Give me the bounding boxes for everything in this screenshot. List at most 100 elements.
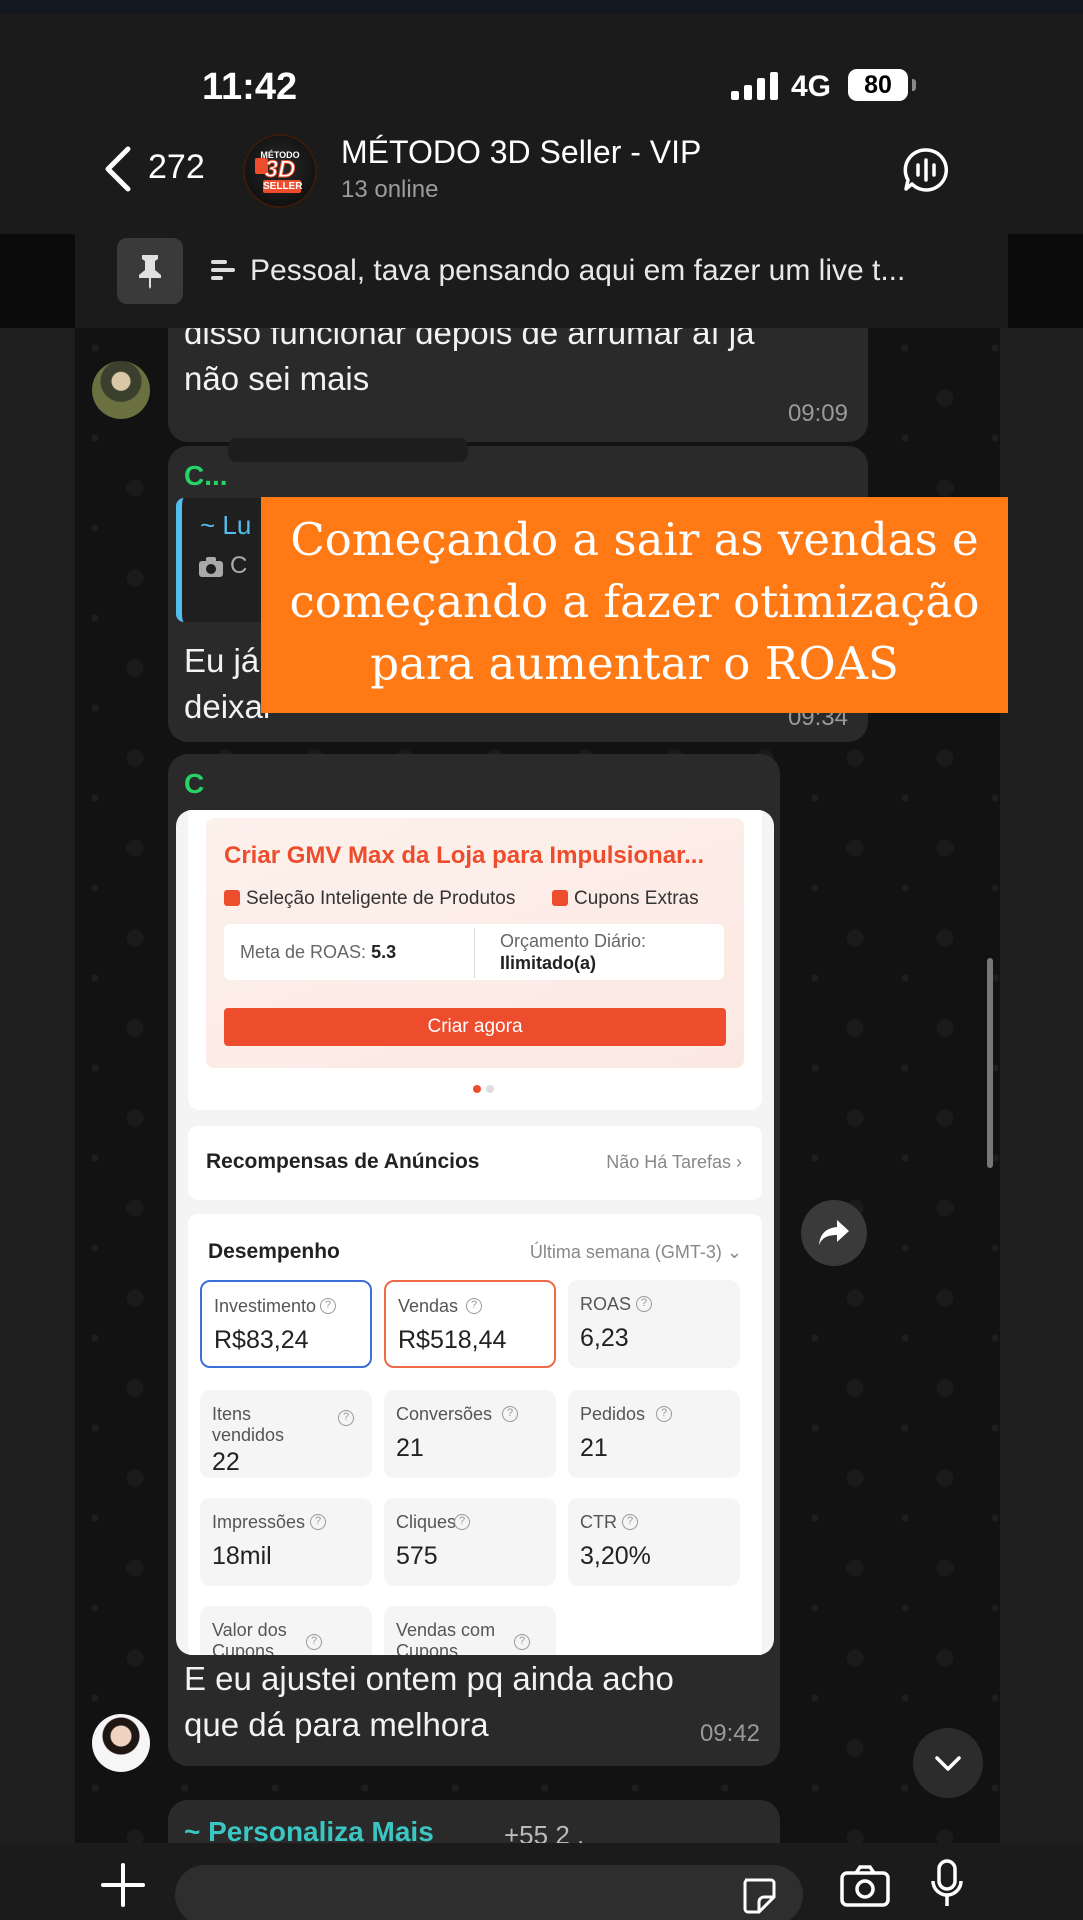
caption-line: para aumentar o ROAS (370, 637, 899, 690)
composer-bar (0, 1843, 1083, 1920)
sender-avatar[interactable] (92, 1714, 150, 1772)
scrollbar[interactable] (987, 958, 993, 1168)
help-icon[interactable]: ? (636, 1296, 652, 1312)
metric-label: Vendas (398, 1296, 459, 1316)
sender-name[interactable]: ~ Personaliza Mais (184, 1816, 434, 1843)
message-text: Eu já (184, 642, 260, 679)
group-avatar[interactable]: MÉTODO 3D SELLER (243, 134, 317, 208)
status-bar: 11:42 4G 80 (0, 14, 1083, 134)
pin-button[interactable] (117, 238, 183, 304)
rewards-title: Recompensas de Anúncios (206, 1150, 480, 1173)
quoted-sender: ~ Lu (200, 510, 252, 540)
metric-coupon-value[interactable]: Valor dos Cupons ? (200, 1606, 372, 1655)
sticker-icon[interactable] (739, 1877, 777, 1915)
help-icon[interactable]: ? (622, 1514, 638, 1530)
top-strip (0, 0, 1083, 14)
image-attachment[interactable]: Criar GMV Max da Loja para Impulsionar..… (176, 810, 774, 1655)
group-title[interactable]: MÉTODO 3D Seller - VIP (341, 134, 701, 171)
help-icon[interactable]: ? (502, 1406, 518, 1422)
signal-icon (731, 72, 779, 100)
metric-orders[interactable]: Pedidos ? 21 (568, 1390, 740, 1478)
metric-sales[interactable]: Vendas ? R$518,44 (384, 1280, 556, 1368)
redaction-scribble (228, 438, 468, 462)
sender-name[interactable]: C (184, 768, 204, 800)
feature-smart-selection: Seleção Inteligente de Produtos (224, 888, 515, 910)
metric-items-sold[interactable]: Itens vendidos ? 22 (200, 1390, 372, 1478)
help-icon[interactable]: ? (514, 1634, 530, 1650)
feature-coupons: Cupons Extras (552, 888, 699, 910)
metric-label: Itens vendidos (212, 1404, 285, 1445)
plus-icon[interactable] (101, 1863, 145, 1907)
divider (474, 928, 475, 978)
scroll-down-button[interactable] (913, 1728, 983, 1798)
online-count: 13 online (341, 176, 439, 203)
message-time: 09:09 (787, 400, 848, 427)
performance-card: Desempenho Última semana (GMT-3) ⌄ Inves… (188, 1214, 762, 1655)
message-time: 09:42 (699, 1720, 760, 1747)
metric-clicks[interactable]: Cliques ? 575 (384, 1498, 556, 1586)
text-lines-icon (211, 260, 235, 280)
metric-value: 3,20% (580, 1542, 651, 1570)
message-text: não sei mais (184, 360, 370, 397)
status-time: 11:42 (202, 66, 298, 108)
sender-name[interactable]: C... (184, 460, 228, 492)
help-icon[interactable]: ? (466, 1298, 482, 1314)
message-input[interactable] (175, 1865, 803, 1920)
metric-label: ROAS (580, 1294, 632, 1314)
metric-value: R$83,24 (214, 1326, 309, 1354)
help-icon[interactable]: ? (338, 1410, 354, 1426)
carousel-dots (473, 1080, 499, 1098)
quoted-text: C (230, 552, 248, 579)
unread-count[interactable]: 272 (148, 148, 205, 187)
help-icon[interactable]: ? (306, 1634, 322, 1650)
metric-value: 22 (212, 1448, 240, 1476)
metric-impressions[interactable]: Impressões ? 18mil (200, 1498, 372, 1586)
coupon-icon (552, 890, 568, 906)
voice-chat-icon[interactable] (902, 146, 950, 194)
camera-icon[interactable] (840, 1865, 890, 1907)
product-icon (224, 890, 240, 906)
pinned-text: Pessoal, tava pensando aqui em fazer um … (250, 254, 906, 287)
help-icon[interactable]: ? (454, 1514, 470, 1530)
metric-label: Vendas com Cupons (396, 1620, 496, 1655)
pinned-message-bar[interactable]: Pessoal, tava pensando aqui em fazer um … (75, 234, 1008, 328)
metric-investment[interactable]: Investimento ? R$83,24 (200, 1280, 372, 1368)
period-selector[interactable]: Última semana (GMT-3) ⌄ (530, 1242, 742, 1263)
chat-header: 272 MÉTODO 3D SELLER MÉTODO 3D Seller - … (0, 134, 1083, 234)
forward-icon (819, 1220, 849, 1245)
metric-conversions[interactable]: Conversões ? 21 (384, 1390, 556, 1478)
sender-avatar[interactable] (92, 361, 150, 419)
promo-settings: Meta de ROAS: 5.3 Orçamento Diário: Ilimi… (224, 924, 724, 980)
create-now-button[interactable]: Criar agora (224, 1008, 726, 1046)
microphone-icon[interactable] (930, 1859, 964, 1909)
promo-banner: Criar GMV Max da Loja para Impulsionar..… (206, 818, 744, 1068)
caption-line: começando a fazer otimização (289, 575, 980, 628)
metric-value: 6,23 (580, 1324, 629, 1352)
message-bubble[interactable]: ~ Personaliza Mais +55 2 . (168, 1800, 780, 1843)
forward-button[interactable] (801, 1200, 867, 1266)
daily-budget[interactable]: Orçamento Diário: Ilimitado(a) (500, 930, 646, 974)
logo-text-seller: SELLER (263, 180, 303, 193)
metric-coupon-sales[interactable]: Vendas com Cupons ? (384, 1606, 556, 1655)
metric-value: R$518,44 (398, 1326, 507, 1354)
sender-phone: +55 2 . (504, 1820, 585, 1843)
back-chevron-icon[interactable] (100, 145, 138, 193)
help-icon[interactable]: ? (320, 1298, 336, 1314)
metric-ctr[interactable]: CTR ? 3,20% (568, 1498, 740, 1586)
help-icon[interactable]: ? (656, 1406, 672, 1422)
roas-target[interactable]: Meta de ROAS: 5.3 (240, 942, 396, 963)
help-icon[interactable]: ? (310, 1514, 326, 1530)
metric-label: Cliques (396, 1512, 457, 1532)
message-text: E eu ajustei ontem pq ainda acho (184, 1660, 674, 1697)
camera-icon (199, 557, 223, 577)
metric-label: CTR (580, 1512, 617, 1532)
metric-roas[interactable]: ROAS ? 6,23 (568, 1280, 740, 1368)
ad-rewards-row[interactable]: Recompensas de Anúncios Não Há Tarefas › (188, 1126, 762, 1200)
metric-label: Pedidos (580, 1404, 646, 1424)
message-bubble[interactable]: disso funcionar depois de arrumar aí já … (168, 328, 868, 442)
rewards-status: Não Há Tarefas › (606, 1152, 742, 1172)
metric-value: 18mil (212, 1542, 272, 1570)
chat-screen: 11:42 4G 80 272 MÉTODO 3D SELLER MÉTODO … (0, 0, 1083, 1920)
network-type: 4G (791, 70, 832, 103)
promo-card: Criar GMV Max da Loja para Impulsionar..… (188, 810, 762, 1110)
